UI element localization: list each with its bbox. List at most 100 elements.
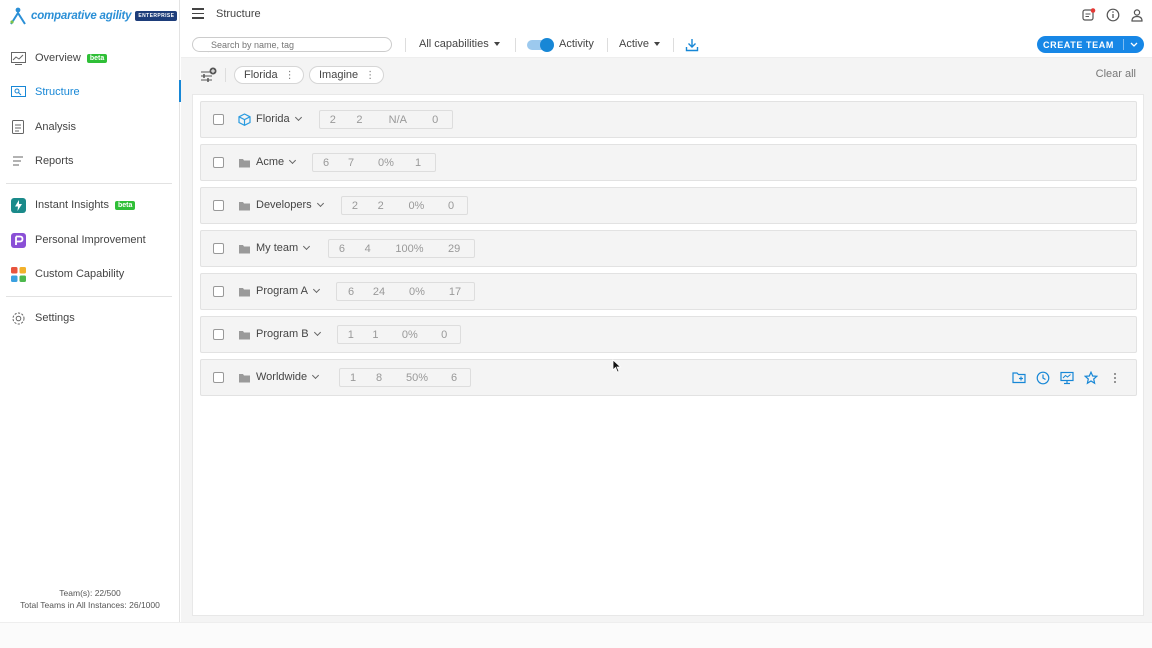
stat-value: 100% [395,242,424,255]
stat-value: 29 [448,242,461,255]
list-icon [10,153,26,169]
team-row-developers[interactable]: Developers 2 2 0% 0 [200,187,1137,224]
sidebar-item-label: Reports [35,155,74,167]
stat-value: 0% [408,199,425,212]
folder-icon [238,285,251,298]
kebab-menu-icon[interactable]: ⋮ [365,70,375,81]
stat-value: 0 [432,113,439,126]
filter-chip-label: Imagine [319,69,359,81]
team-name[interactable]: Developers [256,199,324,211]
team-row-acme[interactable]: Acme 6 7 0% 1 [200,144,1137,181]
team-row-program-b[interactable]: Program B 1 1 0% 0 [200,316,1137,353]
team-row-worldwide[interactable]: Worldwide 1 8 50% 6 [200,359,1137,396]
team-row-florida[interactable]: Florida 2 2 N/A 0 [200,101,1137,138]
team-name[interactable]: Program B [256,328,321,340]
info-icon[interactable] [1106,8,1120,22]
team-row-my-team[interactable]: My team 6 4 100% 29 [200,230,1137,267]
grid-icon [10,266,26,282]
stat-value: 6 [450,371,458,384]
team-name[interactable]: Program A [256,285,321,297]
row-checkbox[interactable] [213,114,224,125]
team-stats: 1 1 0% 0 [337,325,461,344]
chevron-down-icon[interactable] [312,285,321,294]
sidebar-item-personal-improvement[interactable]: Personal Improvement [0,225,180,255]
row-checkbox[interactable] [213,286,224,297]
row-checkbox[interactable] [213,243,224,254]
sidebar-item-analysis[interactable]: Analysis [0,112,180,142]
team-name[interactable]: My team [256,242,311,254]
stat-value: 2 [356,113,363,126]
team-name-label: Developers [256,199,312,211]
chevron-down-icon[interactable] [289,156,297,165]
chevron-down-icon[interactable] [316,199,324,208]
top-icons [1082,8,1144,22]
team-name[interactable]: Acme [256,156,297,168]
activity-toggle[interactable] [527,38,554,52]
add-filter-icon[interactable] [200,67,217,83]
stat-value: 2 [329,113,336,126]
stat-value: 2 [377,199,384,212]
star-icon[interactable] [1083,370,1099,385]
stat-value: 1 [347,328,354,341]
filter-chip-imagine[interactable]: Imagine ⋮ [309,66,385,84]
sidebar-item-instant-insights[interactable]: Instant Insights beta [0,190,180,220]
top-bar: Structure [181,0,1152,30]
row-checkbox[interactable] [213,372,224,383]
capabilities-dropdown[interactable]: All capabilities [419,38,500,50]
add-folder-icon[interactable] [1012,371,1026,385]
stat-value: 6 [338,242,345,255]
toolbar-separator [673,38,674,52]
search-input[interactable] [192,37,392,52]
download-icon[interactable] [685,38,699,57]
chevron-down-icon[interactable] [294,113,302,122]
filter-chip-florida[interactable]: Florida ⋮ [234,66,304,84]
row-checkbox[interactable] [213,329,224,340]
brand-logo[interactable]: comparative agility ENTERPRISE [9,6,178,26]
capabilities-label: All capabilities [419,38,489,50]
team-stats: 6 7 0% 1 [312,153,436,172]
sidebar-item-reports[interactable]: Reports [0,146,180,176]
chevron-down-icon[interactable] [312,371,320,380]
team-stats: 2 2 0% 0 [341,196,468,215]
stat-value: 6 [347,285,355,298]
team-name[interactable]: Worldwide [256,371,320,383]
beta-badge: beta [115,200,136,210]
clear-all-button[interactable]: Clear all [1096,68,1136,80]
sidebar-item-custom-capability[interactable]: Custom Capability [0,259,180,289]
team-count: Team(s): 22/500 [59,588,121,598]
chevron-down-icon[interactable] [303,242,311,251]
team-name[interactable]: Florida [256,113,302,125]
presentation-icon[interactable] [1060,371,1074,385]
sidebar-item-overview[interactable]: Overview beta [0,43,180,73]
sidebar-item-structure[interactable]: Structure [0,77,181,107]
kebab-menu-icon[interactable] [1108,371,1122,385]
team-name-label: My team [256,242,299,254]
cube-icon [238,113,251,126]
stat-value: 0 [448,199,455,212]
chevron-down-icon[interactable] [1124,42,1144,48]
stat-value: 8 [375,371,383,384]
team-row-program-a[interactable]: Program A 6 24 0% 17 [200,273,1137,310]
stat-value: 1 [414,156,422,169]
create-team-button[interactable]: CREATE TEAM [1037,36,1144,53]
folder-icon [238,156,251,169]
clock-icon[interactable] [1036,371,1050,385]
total-team-count: Total Teams in All Instances: 26/1000 [20,600,160,610]
stat-value: 6 [322,156,330,169]
status-dropdown[interactable]: Active [619,38,660,50]
hamburger-menu-icon[interactable] [192,8,204,22]
sidebar-item-settings[interactable]: Settings [0,303,180,333]
stat-value: 24 [372,285,386,298]
notifications-icon[interactable] [1082,8,1096,22]
stat-value: 17 [448,285,462,298]
filter-chip-label: Florida [244,69,278,81]
row-checkbox[interactable] [213,200,224,211]
structure-icon [10,84,26,100]
kebab-menu-icon[interactable]: ⋮ [285,70,295,81]
row-checkbox[interactable] [213,157,224,168]
chevron-down-icon[interactable] [313,328,321,337]
folder-icon [238,199,251,212]
mouse-cursor-icon [612,359,622,373]
sidebar-item-label: Structure [35,86,80,98]
user-icon[interactable] [1130,8,1144,22]
